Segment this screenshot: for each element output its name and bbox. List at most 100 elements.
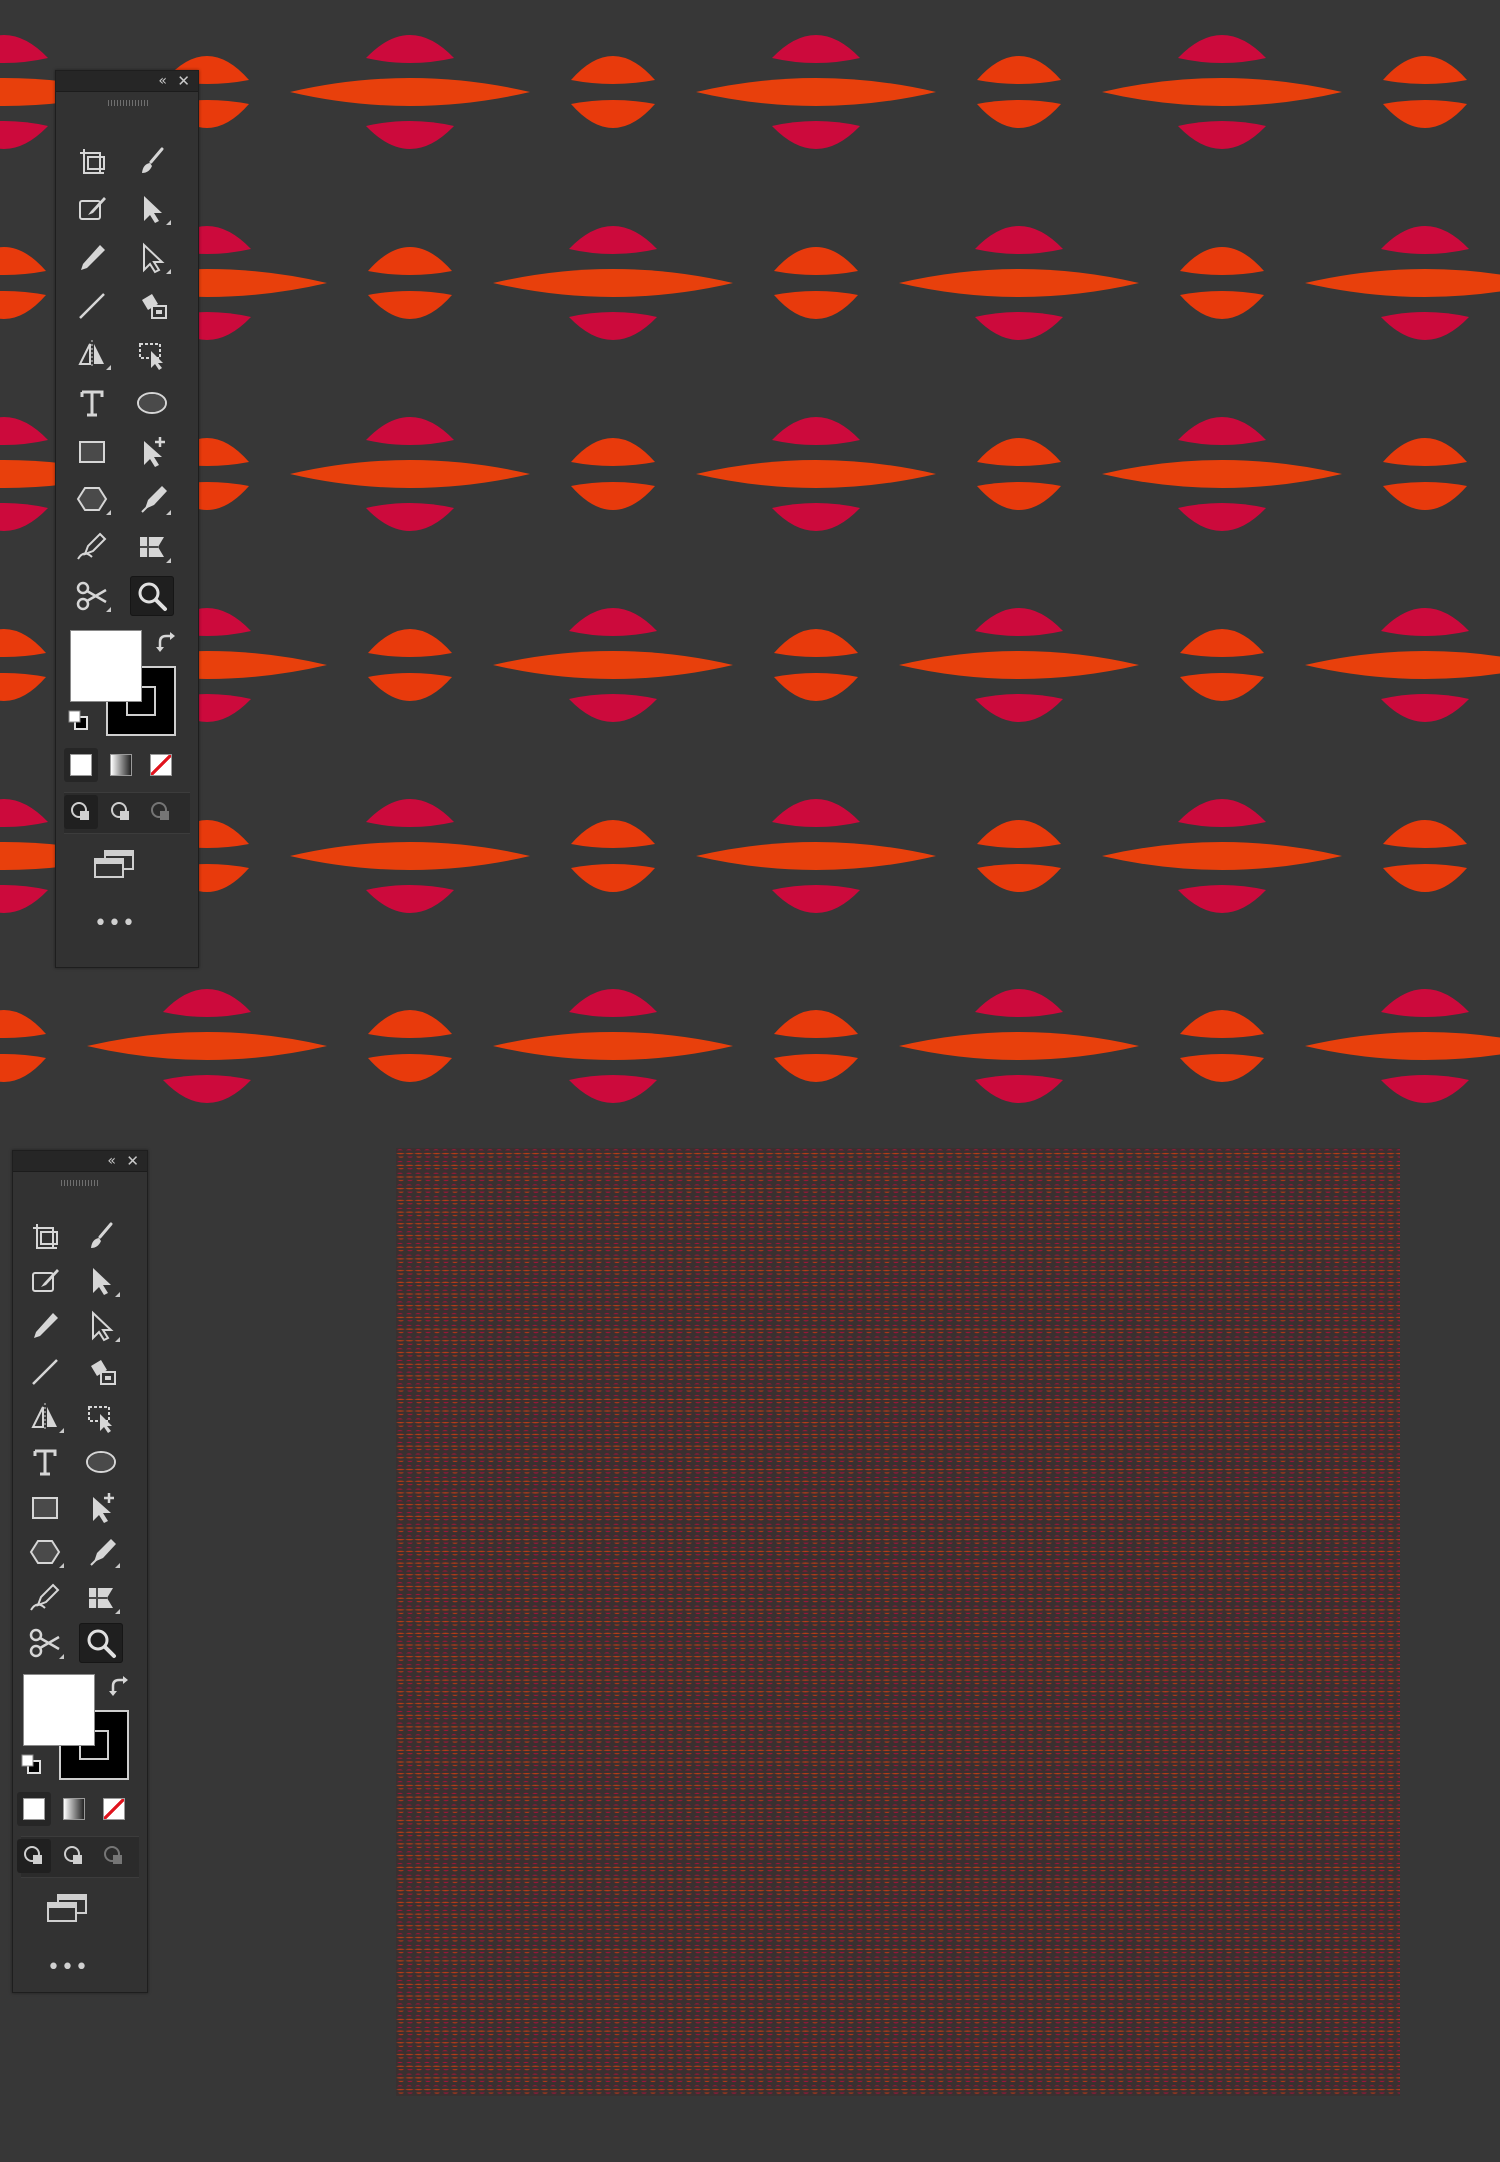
fill-color-swatch[interactable] — [70, 630, 142, 702]
pattern-petal — [1381, 608, 1469, 636]
solid-color-icon — [23, 1798, 45, 1820]
default-fill-stroke-icon[interactable] — [66, 708, 90, 732]
pattern-petal — [0, 417, 48, 445]
blob-brush-tool[interactable] — [23, 1261, 67, 1301]
artboard-icon — [33, 1224, 58, 1249]
scissors-tool[interactable] — [70, 576, 114, 616]
gradient-mesh-tool[interactable] — [130, 527, 174, 567]
type-icon — [80, 390, 104, 416]
draw-inside-button[interactable] — [144, 795, 178, 829]
reflect-tool[interactable] — [70, 334, 114, 374]
direct-selection-tool[interactable] — [130, 238, 174, 278]
panel-grip[interactable] — [108, 100, 148, 106]
default-fill-stroke-icon[interactable] — [19, 1752, 43, 1776]
tools-panel[interactable]: « ✕ ••• — [55, 70, 199, 968]
screen-mode-button[interactable] — [43, 1888, 93, 1928]
pen-tool[interactable] — [130, 479, 174, 519]
rectangle-tool[interactable] — [70, 431, 114, 471]
panel-header[interactable]: « ✕ — [56, 71, 198, 92]
live-paint-bucket-tool[interactable] — [130, 286, 174, 326]
selection-arrow-tool[interactable] — [130, 189, 174, 229]
curvature-pen-tool[interactable] — [23, 1578, 67, 1618]
pattern-petal — [774, 1010, 858, 1038]
swap-fill-stroke-icon[interactable] — [107, 1674, 133, 1700]
screen-mode-button[interactable] — [90, 844, 140, 884]
tools-panel[interactable]: « ✕ ••• — [12, 1150, 148, 1993]
close-panel-icon[interactable]: ✕ — [177, 73, 190, 89]
gradient-button[interactable] — [57, 1792, 91, 1826]
none-color-icon — [103, 1798, 125, 1820]
draw-normal-button[interactable] — [64, 795, 98, 829]
ellipse-tool[interactable] — [79, 1442, 123, 1482]
direct-selection-tool[interactable] — [79, 1306, 123, 1346]
screen-mode-icon — [47, 1894, 87, 1922]
polygon-tool[interactable] — [23, 1532, 67, 1572]
ellipse-tool[interactable] — [130, 383, 174, 423]
blob-brush-tool[interactable] — [70, 189, 114, 229]
swap-fill-stroke-icon[interactable] — [154, 630, 180, 656]
paintbrush-icon — [142, 147, 164, 173]
free-transform-tool[interactable] — [130, 334, 174, 374]
zoom-tool[interactable] — [79, 1622, 123, 1663]
none-color-button[interactable] — [144, 748, 178, 782]
selection-arrow-tool[interactable] — [79, 1261, 123, 1301]
add-anchor-point-tool[interactable] — [79, 1487, 123, 1527]
pencil-tool[interactable] — [23, 1306, 67, 1346]
scissors-tool[interactable] — [23, 1623, 67, 1663]
pattern-petal — [366, 503, 454, 531]
pattern-petal — [1178, 503, 1266, 531]
zoom-tool[interactable] — [130, 575, 174, 616]
edit-toolbar-button[interactable]: ••• — [43, 1948, 93, 1988]
free-transform-tool[interactable] — [79, 1397, 123, 1437]
live-paint-bucket-tool[interactable] — [79, 1352, 123, 1392]
draw-inside-button[interactable] — [97, 1839, 131, 1873]
collapse-panel-icon[interactable]: « — [107, 1153, 115, 1169]
add-anchor-point-tool[interactable] — [130, 431, 174, 471]
artboard-tool[interactable] — [70, 141, 114, 181]
line-segment-tool[interactable] — [23, 1352, 67, 1392]
line-segment-tool[interactable] — [70, 286, 114, 326]
pen-tool[interactable] — [79, 1532, 123, 1572]
pattern-petal — [774, 1054, 858, 1082]
paintbrush-icon — [91, 1222, 113, 1248]
pattern-petal — [569, 226, 657, 254]
flyout-indicator-icon — [115, 1563, 120, 1569]
pattern-lens — [493, 651, 733, 679]
pattern-petal — [975, 694, 1063, 722]
polygon-tool[interactable] — [70, 479, 114, 519]
close-panel-icon[interactable]: ✕ — [126, 1153, 139, 1169]
pattern-petal — [772, 417, 860, 445]
collapse-panel-icon[interactable]: « — [158, 73, 166, 89]
pattern-petal — [1381, 694, 1469, 722]
panel-grip[interactable] — [61, 1180, 99, 1186]
pattern-petal — [0, 1010, 46, 1038]
gradient-button[interactable] — [104, 748, 138, 782]
pattern-lens — [290, 460, 530, 488]
paintbrush-tool[interactable] — [130, 141, 174, 181]
pattern-petal — [975, 989, 1063, 1017]
edit-toolbar-button[interactable]: ••• — [90, 904, 140, 944]
type-tool[interactable] — [23, 1442, 67, 1482]
draw-behind-button[interactable] — [57, 1839, 91, 1873]
solid-color-button[interactable] — [17, 1792, 51, 1826]
pencil-tool[interactable] — [70, 238, 114, 278]
draw-normal-button[interactable] — [17, 1839, 51, 1873]
solid-color-button[interactable] — [64, 748, 98, 782]
pattern-petal — [1180, 629, 1264, 657]
none-color-button[interactable] — [97, 1792, 131, 1826]
panel-header[interactable]: « ✕ — [13, 1151, 147, 1172]
draw-normal-icon — [24, 1846, 42, 1864]
gradient-mesh-tool[interactable] — [79, 1578, 123, 1618]
pattern-petal — [1180, 1010, 1264, 1038]
pattern-petal — [0, 799, 48, 827]
curvature-pen-tool[interactable] — [70, 527, 114, 567]
artboard-tool[interactable] — [23, 1216, 67, 1256]
fill-color-swatch[interactable] — [23, 1674, 95, 1746]
pattern-petal — [0, 35, 48, 63]
draw-behind-button[interactable] — [104, 795, 138, 829]
reflect-tool[interactable] — [23, 1397, 67, 1437]
rectangle-tool[interactable] — [23, 1487, 67, 1527]
type-tool[interactable] — [70, 383, 114, 423]
paintbrush-tool[interactable] — [79, 1216, 123, 1256]
type-icon — [33, 1449, 57, 1476]
